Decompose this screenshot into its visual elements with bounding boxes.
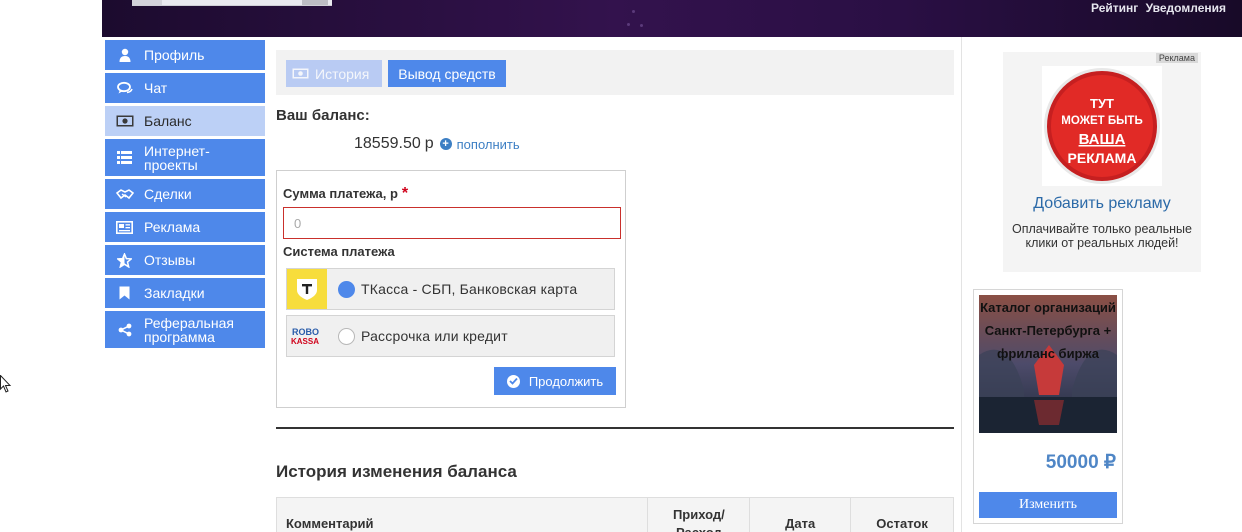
amount-label-text: Сумма платежа, р [283,186,398,201]
sidebar-item-profile[interactable]: Профиль [105,40,265,70]
sidebar-item-label: Реклама [144,219,201,235]
change-button[interactable]: Изменить [979,492,1117,518]
rating-link[interactable]: Рейтинг [1091,1,1138,15]
sidebar-item-label: Чат [144,80,168,96]
section-divider [276,427,954,429]
column-comment: Комментарий [277,498,649,532]
ad-badge-line: РЕКЛАМА [1068,150,1137,166]
bookmark-icon [105,286,144,300]
ad-badge[interactable]: ТУТ МОЖЕТ БЫТЬ ВАША РЕКЛАМА [1042,66,1162,186]
balance-tabs: История Вывод средств [276,50,954,95]
tab-history[interactable]: История [286,60,382,87]
ad-block: Реклама ТУТ МОЖЕТ БЫТЬ ВАША РЕКЛАМА Доба… [1003,52,1201,272]
tab-withdraw-label: Вывод средств [398,65,496,82]
mouse-cursor-icon [0,375,12,393]
header-strip-button[interactable] [302,0,328,5]
sidebar-item-label: Профиль [144,47,205,63]
sidebar-item-label: Реферальная программа [144,314,234,345]
history-title: История изменения баланса [276,462,517,481]
payment-system-label: Система платежа [283,244,395,259]
header-top-links: Рейтинг Уведомления [1087,1,1226,15]
share-icon [105,323,144,337]
sidebar-item-balance[interactable]: Баланс [105,106,265,136]
tab-withdraw[interactable]: Вывод средств [388,60,506,87]
payment-form: Сумма платежа, р* Система платежа ТКасса… [276,170,626,408]
amount-input[interactable] [283,207,621,239]
star-icon [105,252,144,268]
sidebar-item-label: Баланс [144,113,192,129]
ad-tag: Реклама [1155,53,1198,63]
check-circle-icon [506,374,520,388]
page: Рейтинг Уведомления Профиль Чат Баланс И… [0,0,1242,532]
continue-label: Продолжить [528,373,604,389]
sidebar-item-chat[interactable]: Чат [105,73,265,103]
balance-currency: р [424,135,434,152]
payment-option-label: ТКасса - СБП, Банковская карта [361,281,578,297]
right-column-border [961,37,962,532]
robokassa-logo-icon: ROBO KASSA [287,316,327,356]
continue-button[interactable]: Продолжить [494,367,616,395]
sidebar-item-referral[interactable]: Реферальная программа [105,311,265,348]
newspaper-icon [105,220,144,234]
add-ad-link[interactable]: Добавить рекламу [1003,195,1201,213]
sidebar-item-reviews[interactable]: Отзывы [105,245,265,275]
balance-value: 18559.50 [354,135,421,152]
notifications-link[interactable]: Уведомления [1146,1,1226,15]
user-icon [105,48,144,62]
catalog-card: Каталог организаций Санкт-Петербурга + ф… [973,289,1123,524]
payment-option-tkassa[interactable]: ТКасса - СБП, Банковская карта [286,268,615,310]
chat-icon [105,81,144,95]
column-balance-rest: Остаток [876,516,928,531]
sidebar-item-label: Закладки [144,285,205,301]
ad-description: Оплачивайте только реальные клики от реа… [1011,222,1192,250]
radio-tkassa[interactable] [338,280,355,298]
sidebar-item-ads[interactable]: Реклама [105,212,265,242]
list-icon [105,151,144,164]
balance-row: 18559.50 р + пополнить [354,135,520,153]
tab-history-label: История [315,65,370,82]
ad-badge-line: ТУТ [1090,96,1114,111]
amount-label: Сумма платежа, р * [283,185,408,203]
header-decor-dot [640,24,643,27]
header-decor-dot [632,10,635,13]
site-header: Рейтинг Уведомления [102,0,1242,37]
handshake-icon [105,188,144,200]
sidebar-item-label: Интернет-проекты [144,142,210,173]
header-strip-left [132,0,162,5]
money-icon [292,66,309,82]
topup-label: пополнить [456,136,520,152]
sidebar-item-bookmarks[interactable]: Закладки [105,278,265,308]
plus-circle-icon: + [439,138,452,150]
ad-badge-line: МОЖЕТ БЫТЬ [1061,115,1142,127]
tkassa-logo-icon [287,269,327,309]
balance-label: Ваш баланс: [276,107,370,124]
catalog-title[interactable]: Каталог организаций Санкт-Петербурга + ф… [974,296,1122,365]
sidebar-item-internet-projects[interactable]: Интернет-проекты [105,139,265,176]
required-mark: * [401,185,409,202]
robokassa-logo-bottom: KASSA [291,337,319,346]
money-icon [105,115,144,127]
sidebar-item-label: Сделки [144,186,192,202]
column-date: Дата [750,498,852,532]
sidebar-item-deals[interactable]: Сделки [105,179,265,209]
header-decor-dot [627,23,630,26]
catalog-price: 50000 ₽ [1045,452,1116,473]
radio-robokassa[interactable] [338,327,355,345]
column-income-expense: Приход/ Расход [648,498,751,532]
topup-link[interactable]: + пополнить [439,136,520,152]
ad-badge-line: ВАША [1079,131,1126,148]
header-search-strip[interactable] [132,0,332,6]
history-table-header: Комментарий Приход/ Расход Дата Остаток [276,497,954,532]
robokassa-logo-top: ROBO [292,327,319,337]
payment-option-label: Рассрочка или кредит [361,328,508,344]
payment-option-robokassa[interactable]: ROBO KASSA Рассрочка или кредит [286,315,615,357]
sidebar: Профиль Чат Баланс Интернет-проекты Сдел… [105,40,265,351]
sidebar-item-label: Отзывы [144,252,196,268]
